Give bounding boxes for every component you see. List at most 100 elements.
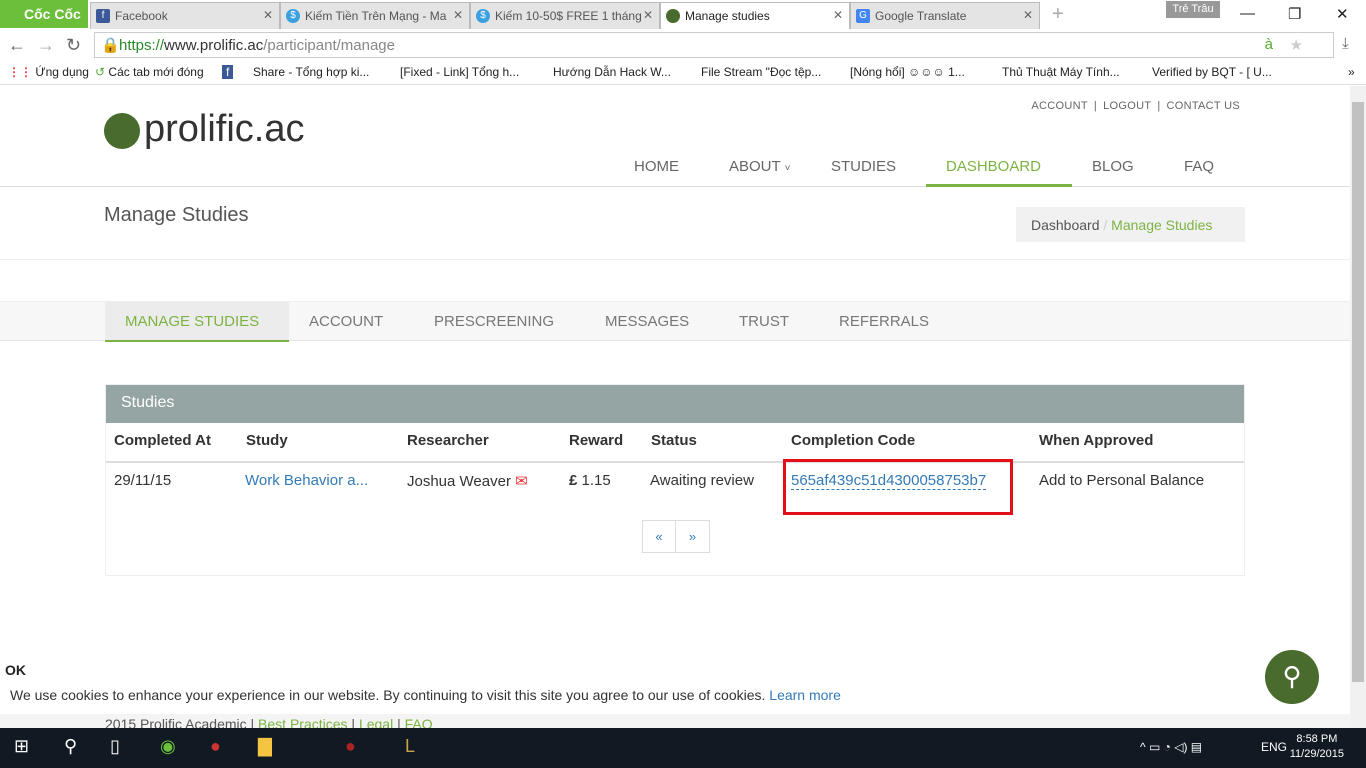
nav-home[interactable]: HOME xyxy=(634,158,679,175)
tab-label: Google Translate xyxy=(875,9,967,23)
scrollbar[interactable] xyxy=(1350,86,1366,728)
tab-google-translate[interactable]: G Google Translate ✕ xyxy=(850,2,1040,29)
profile-badge[interactable]: Trẻ Trâu xyxy=(1166,1,1220,18)
subtab-messages[interactable]: MESSAGES xyxy=(605,313,689,330)
tab-manage-studies[interactable]: Manage studies ✕ xyxy=(660,2,850,29)
footer-faq[interactable]: FAQ xyxy=(405,716,433,728)
bookmark-share[interactable]: Share - Tổng hợp ki... xyxy=(253,65,369,79)
bookmark-facebook-icon[interactable]: f xyxy=(222,65,234,79)
col-researcher: Researcher xyxy=(407,432,489,449)
prolific-logo[interactable]: prolific.ac xyxy=(104,108,305,151)
researcher-name: Joshua Weaver xyxy=(407,473,511,490)
search-icon[interactable]: ⚲ xyxy=(64,736,77,757)
coccoc-menu-button[interactable]: Cốc Cốc xyxy=(0,0,88,28)
learn-more-link[interactable]: Learn more xyxy=(769,687,841,703)
cookie-ok-button[interactable]: OK xyxy=(5,662,26,678)
cell-completed: 29/11/15 xyxy=(114,472,172,489)
account-link[interactable]: ACCOUNT xyxy=(1031,100,1088,112)
panel-title: Studies xyxy=(106,385,1244,423)
completion-code-link[interactable]: 565af439c51d4300058753b7 xyxy=(791,472,987,490)
subtab-trust[interactable]: TRUST xyxy=(739,313,789,330)
subtab-account[interactable]: ACCOUNT xyxy=(309,313,383,330)
url-input[interactable]: 🔒 https://www.prolific.ac/participant/man… xyxy=(94,32,1334,58)
forward-icon[interactable]: → xyxy=(37,35,55,56)
contact-link[interactable]: CONTACT US xyxy=(1167,100,1241,112)
bookmark-verified[interactable]: Verified by BQT - [ U... xyxy=(1152,65,1272,79)
language-indicator[interactable]: ENG xyxy=(1261,740,1287,754)
subtab-manage-studies[interactable]: MANAGE STUDIES xyxy=(105,302,289,342)
prev-page-button[interactable]: « xyxy=(643,521,676,552)
league-of-legends-icon[interactable]: L xyxy=(405,736,415,757)
footer-legal[interactable]: Legal xyxy=(359,716,393,728)
breadcrumb-dashboard[interactable]: Dashboard xyxy=(1031,217,1100,233)
search-icon: ⚲ xyxy=(1282,661,1302,691)
bookmarks-bar: ⋮⋮ Ứng dụng ↺ Các tab mới đóng f Share -… xyxy=(0,61,1366,85)
bookmark-nong-hoi[interactable]: [Nóng hổi] ☺☺☺ 1... xyxy=(850,65,965,79)
nav-studies[interactable]: STUDIES xyxy=(831,158,896,175)
scrollbar-thumb[interactable] xyxy=(1352,102,1364,682)
nav-dashboard[interactable]: DASHBOARD xyxy=(946,158,1041,175)
download-icon[interactable]: ⤓ xyxy=(1342,35,1349,52)
star-icon[interactable]: ★ xyxy=(1290,36,1303,54)
close-window-icon[interactable]: ✕ xyxy=(1336,5,1349,23)
logout-link[interactable]: LOGOUT xyxy=(1103,100,1151,112)
tab-label: Manage studies xyxy=(685,9,770,23)
tab-facebook[interactable]: f Facebook ✕ xyxy=(90,2,280,29)
study-link[interactable]: Work Behavior a... xyxy=(245,472,368,489)
col-completion-code: Completion Code xyxy=(791,432,916,449)
active-nav-underline xyxy=(926,184,1072,187)
tab-kiem-tien[interactable]: $ Kiếm Tiền Trên Mạng - Ma ✕ xyxy=(280,2,470,29)
page-title: Manage Studies xyxy=(104,204,249,226)
subtab-referrals[interactable]: REFERRALS xyxy=(839,313,929,330)
close-tab-icon[interactable]: ✕ xyxy=(453,8,463,22)
nav-faq[interactable]: FAQ xyxy=(1184,158,1214,175)
nav-blog[interactable]: BLOG xyxy=(1092,158,1134,175)
url-scheme: https:// xyxy=(119,37,165,54)
divider xyxy=(0,259,1350,260)
bookmark-file-stream[interactable]: File Stream "Đọc tệp... xyxy=(701,65,821,79)
new-tab-button[interactable]: + xyxy=(1052,3,1064,26)
footer-best-practices[interactable]: Best Practices xyxy=(258,716,347,728)
url-path: /participant/manage xyxy=(263,37,395,54)
logo-text: prolific.ac xyxy=(144,108,305,150)
breadcrumb-current: Manage Studies xyxy=(1111,217,1213,233)
bookmarks-overflow[interactable]: » xyxy=(1348,65,1355,79)
coccoc-taskbar-icon[interactable]: ◉ xyxy=(160,736,176,757)
nav-about[interactable]: ABOUT ˅ xyxy=(729,158,790,175)
main-nav: HOME ABOUT ˅ STUDIES DASHBOARD BLOG FAQ xyxy=(0,146,1350,187)
close-tab-icon[interactable]: ✕ xyxy=(643,8,653,22)
tab-label: Facebook xyxy=(115,9,168,23)
tray-icons[interactable]: ^ ▭ ◔ ◁) ▤ xyxy=(1140,740,1202,754)
minimize-icon[interactable]: — xyxy=(1240,5,1255,22)
bookmark-apps[interactable]: ⋮⋮ Ứng dụng xyxy=(8,65,89,79)
restore-icon[interactable]: ❐ xyxy=(1288,5,1301,23)
bookmark-recent-tabs[interactable]: ↺ Các tab mới đóng xyxy=(95,65,204,79)
cell-reward: £ 1.15 xyxy=(569,472,611,489)
close-tab-icon[interactable]: ✕ xyxy=(1023,8,1033,22)
tab-kiem-10-50[interactable]: $ Kiếm 10-50$ FREE 1 tháng ✕ xyxy=(470,2,660,29)
vietnamese-input-icon[interactable]: à xyxy=(1265,36,1273,53)
subtab-prescreening[interactable]: PRESCREENING xyxy=(434,313,554,330)
file-explorer-icon[interactable]: ▇ xyxy=(258,736,272,757)
clock-date: 11/29/2015 xyxy=(1289,748,1344,760)
taskbar: ⊞ ⚲ ▯ ◉ ● ▇ ● L ^ ▭ ◔ ◁) ▤ ENG 8:58 PM 11… xyxy=(0,728,1366,768)
envelope-icon[interactable]: ✉ xyxy=(515,473,528,490)
bookmark-thu-thuat[interactable]: Thủ Thuật Máy Tính... xyxy=(1002,65,1120,79)
search-button[interactable]: ⚲ xyxy=(1265,650,1319,704)
reload-icon[interactable]: ↻ xyxy=(66,35,81,56)
windows-start-icon[interactable]: ⊞ xyxy=(14,736,29,757)
cookie-text: We use cookies to enhance your experienc… xyxy=(10,687,766,703)
clock[interactable]: 8:58 PM 11/29/2015 xyxy=(1290,732,1344,762)
dollar-icon: $ xyxy=(476,9,490,23)
close-tab-icon[interactable]: ✕ xyxy=(833,8,843,22)
back-icon[interactable]: ← xyxy=(8,35,26,56)
facebook-icon: f xyxy=(96,9,110,23)
app-taskbar-icon[interactable]: ● xyxy=(345,736,356,757)
bookmark-huong-dan[interactable]: Hướng Dẫn Hack W... xyxy=(553,65,671,79)
close-tab-icon[interactable]: ✕ xyxy=(263,8,273,22)
task-view-icon[interactable]: ▯ xyxy=(110,736,120,757)
prolific-icon xyxy=(666,9,680,23)
bookmark-fixed-link[interactable]: [Fixed - Link] Tổng h... xyxy=(400,65,519,79)
next-page-button[interactable]: » xyxy=(676,521,709,552)
app-taskbar-icon[interactable]: ● xyxy=(210,736,221,757)
